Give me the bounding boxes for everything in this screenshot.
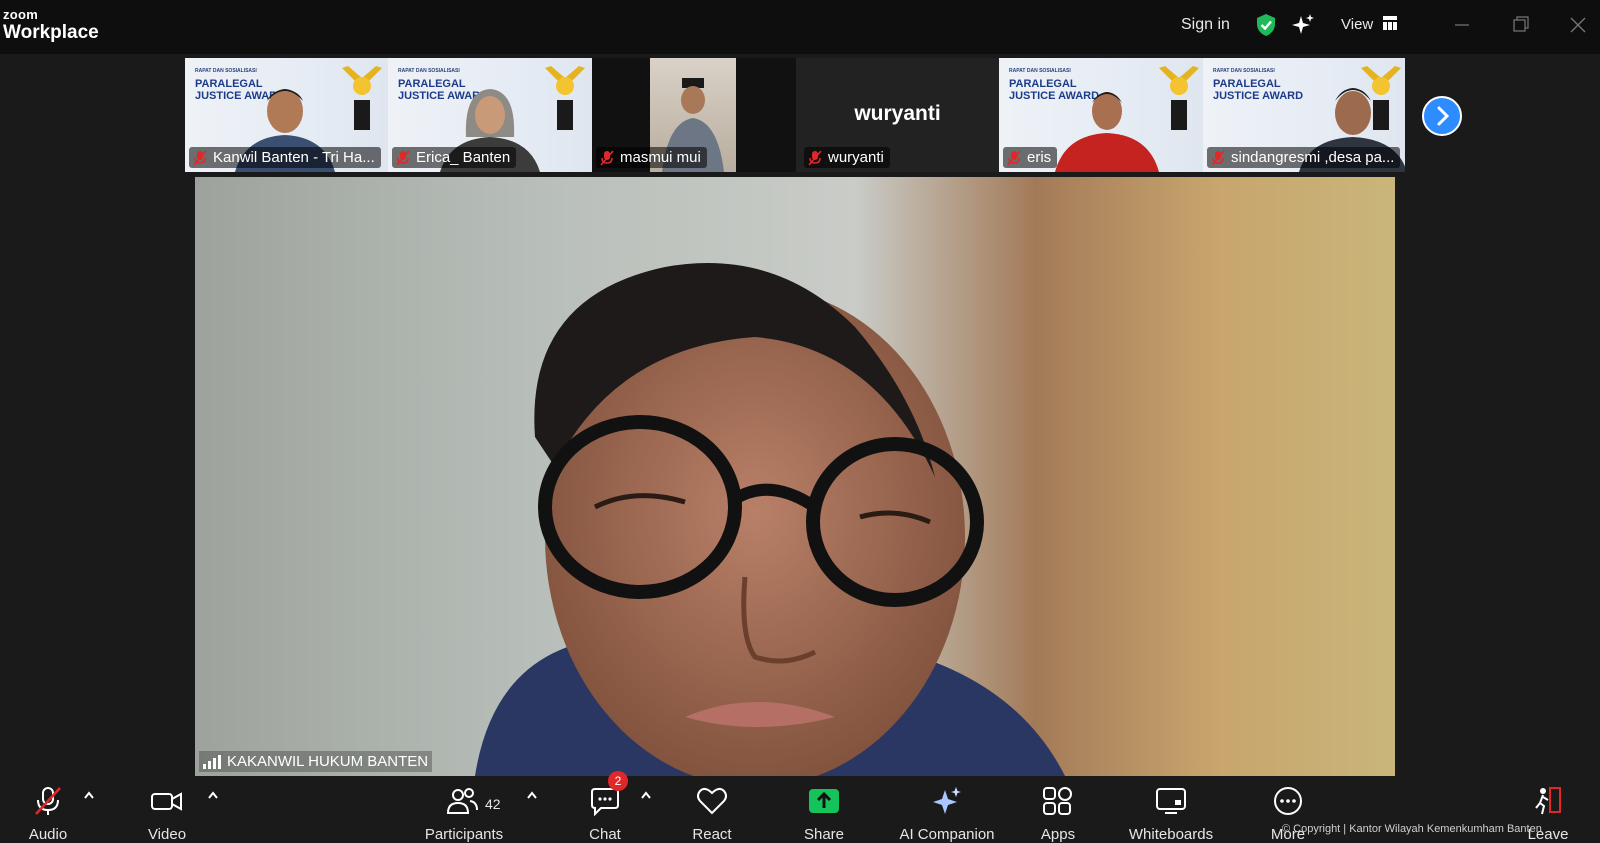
close-icon[interactable] [1565,12,1591,38]
more-options-icon [1274,787,1302,815]
muted-mic-icon [600,149,614,166]
muted-mic-icon [1007,149,1021,166]
muted-mic-icon [1211,149,1225,166]
award-banner-text: PARALEGAL JUSTICE AWARD [1213,78,1304,102]
participant-name-label: masmui mui [596,147,707,168]
audio-options-chevron-up-icon[interactable] [83,790,95,800]
next-page-button[interactable] [1422,96,1462,136]
view-grid-icon[interactable] [1383,16,1397,30]
whiteboards-label: Whiteboards [1128,826,1214,843]
participants-button[interactable]: 42 Participants [418,776,510,843]
participant-tile[interactable]: masmui mui [592,58,796,172]
security-shield-icon[interactable] [1255,13,1277,37]
participant-tile[interactable]: RAPAT DAN SOSIALISASI PARALEGAL JUSTICE A… [999,58,1203,172]
ai-companion-label: AI Companion [899,826,995,843]
participant-strip: RAPAT DAN SOSIALISASI PARALEGAL JUSTICE A… [185,58,1405,172]
participants-icon [446,788,478,814]
video-button[interactable]: Video [140,776,194,843]
zoom-workplace-logo: zoom Workplace [3,8,99,42]
chat-options-chevron-up-icon[interactable] [640,790,652,800]
chat-button[interactable]: 2 Chat [580,771,630,843]
whiteboard-icon [1156,788,1186,814]
apps-button[interactable]: Apps [1032,776,1084,843]
muted-mic-icon [808,149,822,166]
participant-display-name: wuryanti [854,102,941,125]
video-camera-icon [151,792,182,811]
video-label: Video [147,826,187,843]
muted-mic-icon [193,149,207,166]
chat-label: Chat [589,826,621,843]
whiteboards-button[interactable]: Whiteboards [1124,776,1218,843]
participants-count: 42 [485,796,501,812]
participant-tile[interactable]: RAPAT DAN SOSIALISASI PARALEGAL JUSTICE A… [1203,58,1405,172]
sign-in-button[interactable]: Sign in [1181,16,1230,34]
ai-companion-button[interactable]: AI Companion [894,776,1000,843]
view-menu-button[interactable]: View [1341,16,1373,33]
participant-tile[interactable]: wuryanti wuryanti [796,58,999,172]
video-options-chevron-up-icon[interactable] [207,790,219,800]
audio-button[interactable]: Audio [22,776,74,843]
chat-unread-badge: 2 [608,771,628,791]
heart-icon [697,787,727,815]
apps-icon [1043,787,1072,815]
share-screen-icon [809,789,839,813]
muted-microphone-icon [35,787,61,815]
active-speaker-label: KAKANWIL HUKUM BANTEN [199,751,433,772]
award-subtitle: RAPAT DAN SOSIALISASI [1213,68,1275,74]
ai-companion-sparkle-icon [933,787,961,814]
react-button[interactable]: React [686,776,738,843]
muted-mic-icon [396,149,410,166]
award-subtitle: RAPAT DAN SOSIALISASI [195,68,257,74]
copyright-watermark: © Copyright | Kantor Wilayah Kemenkumham… [1282,823,1542,835]
participant-name-label: wuryanti [804,147,890,168]
participant-name-label: Kanwil Banten - Tri Ha... [189,147,381,168]
chevron-right-icon [1437,106,1450,126]
award-subtitle: RAPAT DAN SOSIALISASI [1009,68,1071,74]
active-speaker-video: KAKANWIL HUKUM BANTEN [195,177,1395,776]
active-speaker-name: KAKANWIL HUKUM BANTEN [227,753,429,770]
speaker-figure [475,263,1065,776]
participant-name-label: eris [1003,147,1058,168]
ai-sparkle-icon[interactable] [1291,13,1315,37]
leave-door-icon [1535,787,1561,815]
award-subtitle: RAPAT DAN SOSIALISASI [398,68,460,74]
share-label: Share [803,826,845,843]
participant-name-label: sindangresmi ,desa pa... [1207,147,1401,168]
participant-name-label: Erica_ Banten [392,147,517,168]
audio-label: Audio [28,826,68,843]
signal-strength-icon [203,754,221,769]
react-label: React [692,826,732,843]
minimize-icon[interactable] [1449,12,1475,38]
logo-zoom-text: zoom [3,7,39,22]
title-bar: zoom Workplace Sign in View [0,0,1600,54]
participant-video [1055,92,1159,172]
share-button[interactable]: Share [798,776,850,843]
participant-tile[interactable]: RAPAT DAN SOSIALISASI PARALEGAL JUSTICE A… [388,58,592,172]
logo-workplace-text: Workplace [3,22,99,43]
trophy-logo [342,66,382,130]
restore-icon[interactable] [1508,12,1534,38]
participants-label: Participants [424,826,504,843]
apps-label: Apps [1040,826,1076,843]
participants-options-chevron-up-icon[interactable] [526,790,538,800]
participant-tile[interactable]: RAPAT DAN SOSIALISASI PARALEGAL JUSTICE A… [185,58,388,172]
